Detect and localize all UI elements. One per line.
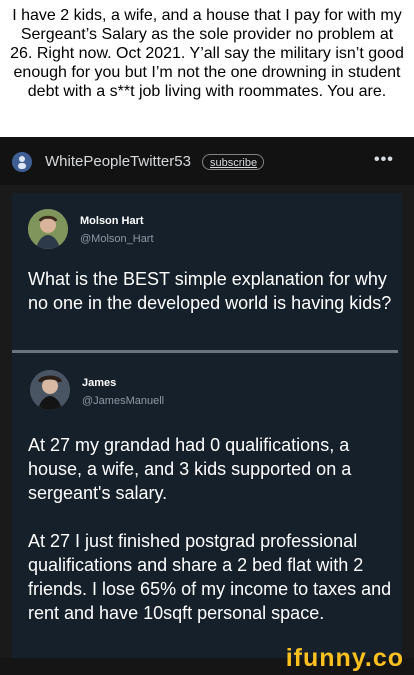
post-container: WhitePeopleTwitter53 subscribe ••• Molso… xyxy=(0,137,414,675)
post-caption: I have 2 kids, a wife, and a house that … xyxy=(10,7,404,100)
ifunny-watermark: ifunny.co xyxy=(285,644,404,672)
tweet-author-name: James xyxy=(82,377,117,389)
subreddit-name[interactable]: WhitePeopleTwitter53 xyxy=(45,153,191,171)
tweet-author-handle: @JamesManuell xyxy=(82,395,165,407)
subreddit-avatar-icon[interactable] xyxy=(12,152,32,172)
tweet-author-handle: @Molson_Hart xyxy=(80,233,154,245)
tweet-text: What is the BEST simple explanation for … xyxy=(28,269,392,313)
tweet-author-name: Molson Hart xyxy=(80,215,144,227)
divider xyxy=(12,350,398,353)
tweet-text-paragraph-1: At 27 my grandad had 0 qualifications, a… xyxy=(28,435,352,503)
tweet-screenshot: Molson Hart @Molson_Hart What is the BES… xyxy=(12,193,402,659)
tweet-text-paragraph-2: At 27 I just finished postgrad professio… xyxy=(28,531,392,623)
subscribe-button[interactable]: subscribe xyxy=(202,154,264,170)
avatar xyxy=(30,370,70,410)
more-options-icon[interactable]: ••• xyxy=(374,151,394,169)
subreddit-header: WhitePeopleTwitter53 subscribe ••• xyxy=(0,137,414,185)
avatar xyxy=(28,209,68,249)
